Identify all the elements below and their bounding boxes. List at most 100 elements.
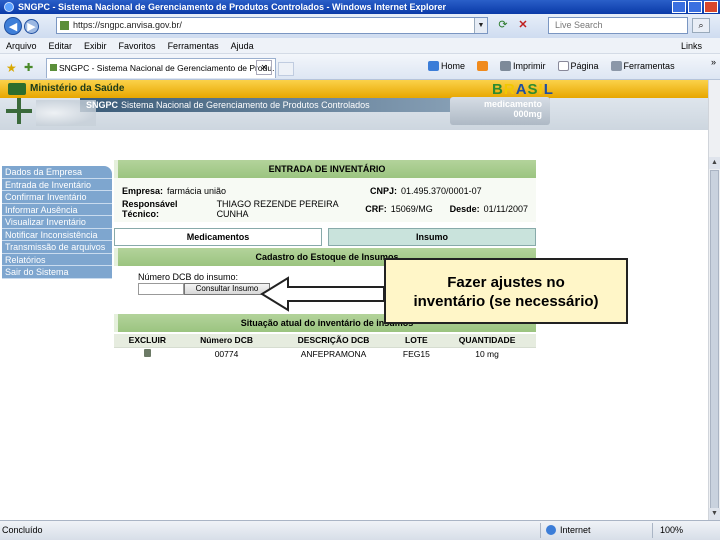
trash-icon[interactable] [143,348,151,357]
refresh-icon[interactable]: ⟳ [495,18,511,34]
minimize-button[interactable] [672,1,686,13]
med-line1: medicamento [483,99,542,109]
tab-close-icon[interactable]: ✕ [256,60,272,75]
desde-value: 01/11/2007 [483,204,528,214]
maximize-button[interactable] [688,1,702,13]
dcb-label: Número DCB do insumo: [138,272,239,282]
sidebar-item-confirmar-inventario[interactable]: Confirmar Inventário [2,191,112,204]
ministry-flag-icon [8,83,26,95]
resp-value: THIAGO REZENDE PEREIRA CUNHA [216,199,339,219]
site-favicon [60,21,69,30]
product-type-tabs: Medicamentos Insumo [114,228,536,246]
info-row-empresa: Empresa: farmácia união CNPJ: 01.495.370/0… [122,182,528,200]
feeds-icon [477,61,489,71]
status-separator [652,523,653,538]
menu-exibir[interactable]: Exibir [84,41,107,51]
callout-line2: inventário (se necessário) [413,293,599,310]
callout-arrow [260,276,384,312]
scroll-up-icon[interactable]: ▲ [709,157,720,169]
back-button[interactable]: ◀ [4,17,22,35]
tab-medicamentos[interactable]: Medicamentos [114,228,322,246]
search-input[interactable]: Live Search [548,17,688,34]
add-favorites-icon[interactable]: ✚ [24,61,33,74]
sidebar-item-dados-empresa[interactable]: Dados da Empresa [2,166,112,179]
sidebar-item-transmissao-arquivos[interactable]: Transmissão de arquivos [2,241,112,254]
address-bar[interactable]: https://sngpc.anvisa.gov.br/ ▼ [56,17,488,34]
close-window-button[interactable] [704,1,718,13]
callout-line1: Fazer ajustes no [447,274,565,291]
menu-editar[interactable]: Editar [49,41,73,51]
col-quantidade: QUANTIDADE [438,334,536,347]
tools-button[interactable]: Ferramentas [610,61,675,71]
browser-tab[interactable]: SNGPC - Sistema Nacional de Gerenciament… [46,58,276,78]
feeds-button[interactable] [477,61,489,71]
cnpj-value: 01.495.370/0001-07 [401,186,482,196]
window-title: SNGPC - Sistema Nacional de Gerenciament… [18,2,446,12]
cnpj-label: CNPJ: [370,186,398,196]
new-tab-button[interactable] [278,62,294,76]
search-icon[interactable]: ⌕ [692,18,710,33]
menu-favoritos[interactable]: Favoritos [119,41,156,51]
home-label: Home [441,61,466,71]
delete-cell [114,346,181,360]
inventory-table: EXCLUIR Número DCB DESCRIÇÃO DCB LOTE QU… [114,334,536,360]
zoom-level[interactable]: 100% [660,525,683,535]
med-line2: 000mg [513,109,542,119]
col-descricao: DESCRIÇÃO DCB [272,334,395,347]
menu-ajuda[interactable]: Ajuda [231,41,254,51]
cell-lote: FEG15 [394,346,439,360]
page-icon [557,61,569,71]
col-lote: LOTE [394,334,439,347]
sidebar-item-informar-ausencia[interactable]: Informar Ausência [2,203,112,216]
print-button[interactable]: Imprimir [500,61,546,71]
empresa-label: Empresa: [122,186,164,196]
cell-descricao: ANFEPRAMONA [272,346,395,360]
status-separator [540,523,541,538]
gear-icon [610,61,622,71]
vertical-scrollbar[interactable]: ▲ ▼ [708,80,720,520]
home-icon [428,61,439,71]
menu-bar: Arquivo Editar Exibir Favoritos Ferramen… [0,38,720,54]
cross-logo-icon [6,98,32,124]
security-zone: Internet [546,525,591,535]
ie-icon [4,2,14,12]
sidebar-item-notificar-inconsistencia[interactable]: Notificar Inconsistência [2,228,112,241]
sidebar-item-sair[interactable]: Sair do Sistema [2,266,112,279]
sidebar-item-visualizar-inventario[interactable]: Visualizar Inventário [2,216,112,229]
empresa-value: farmácia união [167,186,227,196]
consultar-insumo-button[interactable]: Consultar Insumo [184,283,270,295]
section-title: ENTRADA DE INVENTÁRIO [114,160,536,178]
cell-numero-dcb: 00774 [180,346,273,360]
page-button[interactable]: Página [557,61,599,71]
sidebar-item-relatorios[interactable]: Relatórios [2,253,112,266]
sidebar-item-entrada-inventario[interactable]: Entrada de Inventário [2,178,112,191]
forward-button[interactable]: ▶ [24,18,39,34]
globe-icon [546,525,556,535]
sngpc-title: SNGPC Sistema Nacional de Gerenciamento d… [86,100,370,110]
table-row: 00774 ANFEPRAMONA FEG15 10 mg [114,346,536,360]
page-label: Página [570,61,599,71]
chevron-more-icon[interactable]: » [711,57,716,67]
menu-ferramentas[interactable]: Ferramentas [168,41,219,51]
ministry-name: Ministério da Saúde [30,83,125,94]
sidebar-menu: Dados da Empresa Entrada de Inventário C… [2,166,112,279]
links-menu[interactable]: Links [681,41,702,51]
crf-label: CRF: [365,204,387,214]
scroll-down-icon[interactable]: ▼ [709,508,720,520]
scroll-thumb[interactable] [710,170,719,510]
medicine-box-image: medicamento 000mg [450,97,550,125]
print-label: Imprimir [513,61,546,71]
address-dropdown-icon[interactable]: ▼ [474,18,487,33]
col-excluir: EXCLUIR [114,334,181,347]
stop-icon[interactable]: ✕ [515,18,531,34]
info-row-responsavel: Responsável Técnico: THIAGO REZENDE PEREI… [122,199,528,219]
dcb-input[interactable] [138,283,184,295]
resp-label: Responsável Técnico: [122,199,178,219]
window-titlebar: SNGPC - Sistema Nacional de Gerenciament… [0,0,720,14]
window-controls [672,1,718,13]
menu-arquivo[interactable]: Arquivo [6,41,37,51]
favorites-star-icon[interactable]: ★ [6,61,17,75]
home-button[interactable]: Home [428,61,465,71]
tab-insumo[interactable]: Insumo [328,228,536,246]
command-buttons: Home Imprimir Página Ferramentas [428,61,675,71]
